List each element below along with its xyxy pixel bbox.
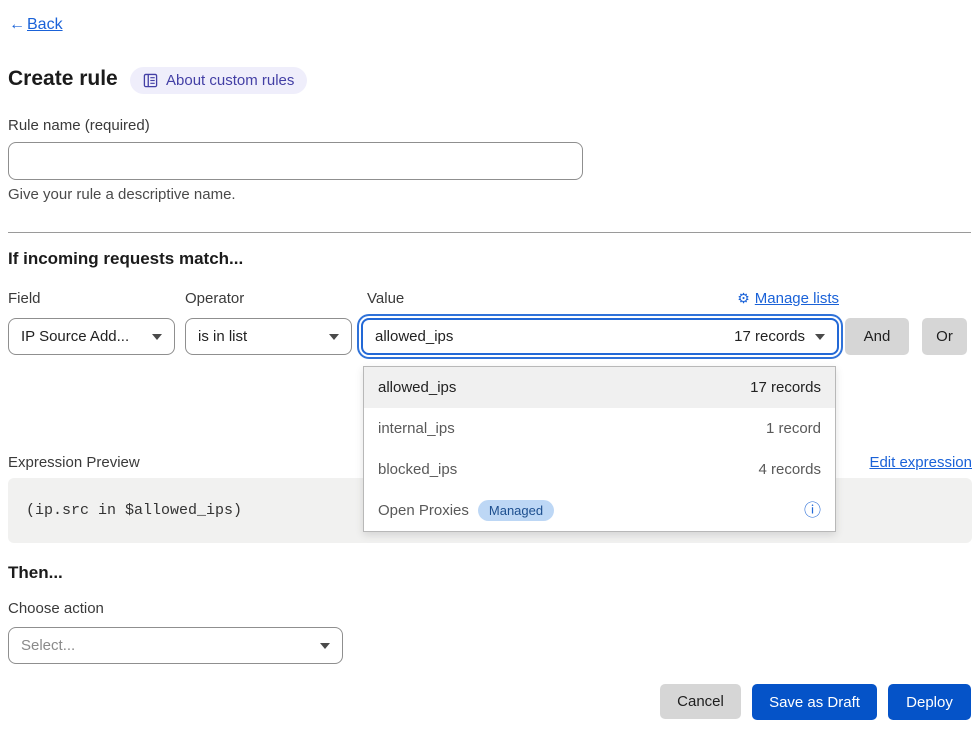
- then-section-heading: Then...: [8, 563, 63, 583]
- edit-expression-link[interactable]: Edit expression: [869, 454, 972, 471]
- value-select-records: 17 records: [734, 328, 805, 345]
- action-select[interactable]: Select...: [8, 627, 343, 664]
- page-title: Create rule: [8, 67, 118, 91]
- info-icon[interactable]: ⓘ: [804, 502, 821, 519]
- manage-lists-link[interactable]: ⚙ Manage lists: [737, 290, 839, 307]
- expression-code: (ip.src in $allowed_ips): [26, 502, 242, 519]
- about-custom-rules-label: About custom rules: [166, 72, 294, 89]
- rule-name-label: Rule name (required): [8, 117, 150, 134]
- choose-action-label: Choose action: [8, 600, 104, 617]
- option-records: 1 record: [766, 420, 821, 437]
- rule-name-input[interactable]: [8, 142, 583, 180]
- match-section-heading: If incoming requests match...: [8, 249, 243, 269]
- chevron-down-icon: [320, 643, 330, 649]
- field-select-value: IP Source Add...: [21, 328, 129, 345]
- option-records: 4 records: [758, 461, 821, 478]
- value-dropdown-menu: allowed_ips 17 records internal_ips 1 re…: [363, 366, 836, 532]
- or-button[interactable]: Or: [922, 318, 967, 355]
- operator-select[interactable]: is in list: [185, 318, 352, 355]
- option-name: Open Proxies: [378, 502, 469, 519]
- managed-badge: Managed: [478, 500, 554, 521]
- gear-icon: ⚙: [737, 290, 750, 307]
- field-select[interactable]: IP Source Add...: [8, 318, 175, 355]
- dropdown-option-allowed-ips[interactable]: allowed_ips 17 records: [364, 367, 835, 408]
- value-select[interactable]: allowed_ips 17 records: [361, 318, 839, 355]
- back-arrow-icon: ←: [9, 16, 25, 33]
- field-label: Field: [8, 290, 41, 307]
- chevron-down-icon: [152, 334, 162, 340]
- back-link-label: Back: [27, 16, 63, 33]
- chevron-down-icon: [329, 334, 339, 340]
- book-icon: [143, 73, 158, 88]
- about-custom-rules-link[interactable]: About custom rules: [130, 67, 307, 94]
- create-rule-page: ←Back Create rule About custom rules Rul…: [0, 0, 979, 739]
- dropdown-option-open-proxies[interactable]: Open Proxies Managed ⓘ: [364, 490, 835, 531]
- operator-label: Operator: [185, 290, 244, 307]
- save-as-draft-button[interactable]: Save as Draft: [752, 684, 877, 720]
- dropdown-option-internal-ips[interactable]: internal_ips 1 record: [364, 408, 835, 449]
- manage-lists-label: Manage lists: [755, 290, 839, 307]
- option-name: internal_ips: [378, 420, 455, 437]
- expression-preview-label: Expression Preview: [8, 454, 140, 471]
- deploy-button[interactable]: Deploy: [888, 684, 971, 720]
- back-link[interactable]: ←Back: [9, 16, 63, 34]
- chevron-down-icon: [815, 334, 825, 340]
- section-divider: [8, 232, 971, 233]
- action-select-placeholder: Select...: [21, 637, 75, 654]
- option-name: allowed_ips: [378, 379, 456, 396]
- dropdown-option-blocked-ips[interactable]: blocked_ips 4 records: [364, 449, 835, 490]
- and-button[interactable]: And: [845, 318, 909, 355]
- option-name: blocked_ips: [378, 461, 457, 478]
- operator-select-value: is in list: [198, 328, 247, 345]
- value-label: Value: [367, 290, 404, 307]
- value-select-selected: allowed_ips: [375, 328, 453, 345]
- cancel-button[interactable]: Cancel: [660, 684, 741, 719]
- option-records: 17 records: [750, 379, 821, 396]
- rule-name-helper: Give your rule a descriptive name.: [8, 186, 236, 203]
